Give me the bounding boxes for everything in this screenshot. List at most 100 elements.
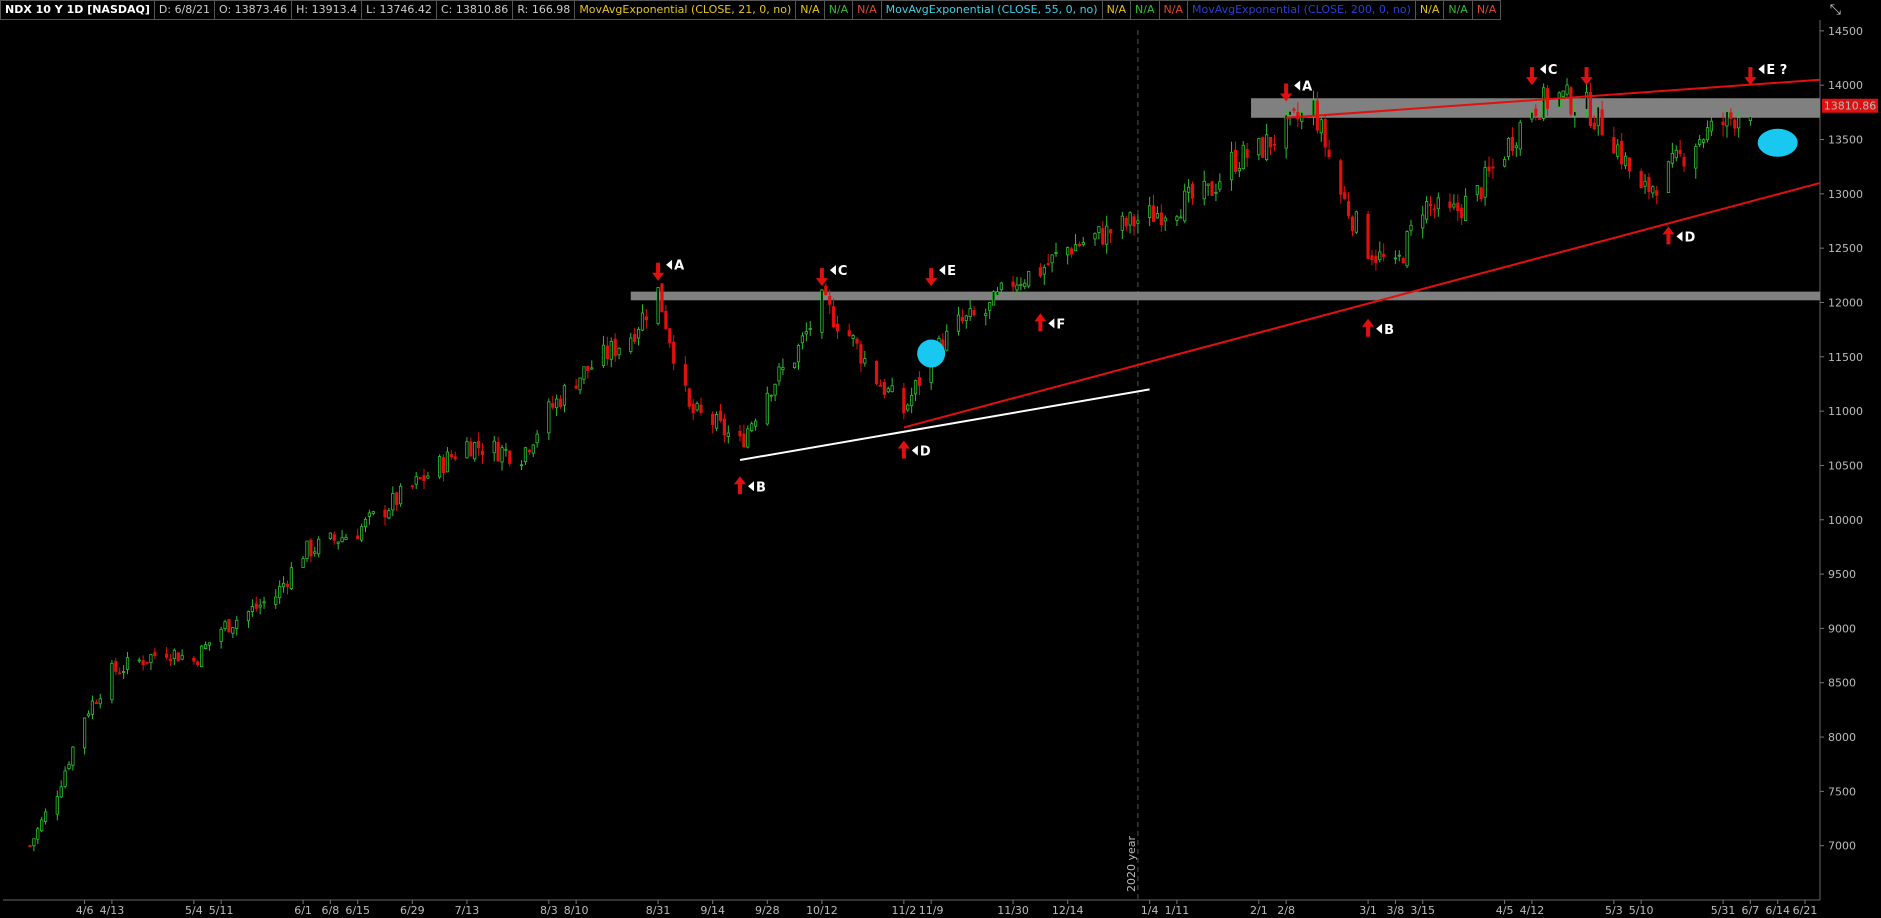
x-tick-label: 6/29 bbox=[400, 904, 425, 917]
candle-body bbox=[207, 642, 212, 646]
y-tick-label: 9000 bbox=[1828, 622, 1856, 635]
x-tick-label: 3/8 bbox=[1387, 904, 1405, 917]
candle-body bbox=[968, 308, 972, 317]
open-readout: O: 13873.46 bbox=[213, 0, 292, 20]
x-tick-label: 6/7 bbox=[1742, 904, 1760, 917]
x-tick-label: 10/12 bbox=[806, 904, 838, 917]
candle-body bbox=[1682, 157, 1686, 167]
study-label[interactable]: MovAvgExponential (CLOSE, 21, 0, no) bbox=[574, 0, 796, 20]
annotation-label: A bbox=[1302, 79, 1312, 94]
candle-body bbox=[613, 338, 617, 357]
label-pointer-icon bbox=[1758, 64, 1765, 75]
year-label: 2020 year bbox=[1125, 835, 1138, 892]
candle-body bbox=[582, 366, 586, 380]
candle-body bbox=[1428, 203, 1433, 207]
candle-body bbox=[913, 380, 918, 395]
candle-body bbox=[1729, 112, 1733, 119]
candle-body bbox=[453, 456, 457, 460]
candle-body bbox=[301, 558, 305, 568]
candle-body bbox=[605, 345, 609, 360]
candle-body bbox=[363, 518, 368, 528]
candle-body bbox=[391, 493, 395, 511]
candle-body bbox=[1120, 215, 1124, 231]
x-tick-label: 6/21 bbox=[1793, 904, 1818, 917]
candle-body bbox=[672, 341, 676, 364]
candle-body bbox=[40, 819, 44, 832]
candle-body bbox=[250, 606, 254, 612]
candle-body bbox=[137, 659, 141, 662]
trendline bbox=[739, 388, 1150, 461]
study-label[interactable]: MovAvgExponential (CLOSE, 55, 0, no) bbox=[880, 0, 1102, 20]
candle-body bbox=[1382, 253, 1386, 257]
candle-body bbox=[473, 442, 477, 460]
candle-body bbox=[59, 786, 63, 798]
candle-body bbox=[231, 627, 235, 634]
study-label[interactable]: MovAvgExponential (CLOSE, 200, 0, no) bbox=[1186, 0, 1415, 20]
x-tick-label: 6/1 bbox=[294, 904, 312, 917]
candle-body bbox=[656, 287, 660, 325]
candle-body bbox=[714, 414, 719, 429]
candle-body bbox=[410, 485, 414, 488]
candle-body bbox=[1151, 205, 1156, 222]
candle-body bbox=[1542, 87, 1546, 119]
x-tick-label: 3/1 bbox=[1359, 904, 1377, 917]
candle-body bbox=[1319, 119, 1323, 134]
down-arrow-icon bbox=[1744, 67, 1757, 86]
candle-body bbox=[699, 404, 703, 413]
candle-body bbox=[1534, 108, 1538, 117]
candle-body bbox=[1475, 185, 1479, 195]
candle-body bbox=[742, 433, 746, 448]
y-tick-label: 13000 bbox=[1828, 188, 1863, 201]
study-value: N/A bbox=[1158, 0, 1187, 20]
candle-body bbox=[94, 702, 98, 704]
symbol-label[interactable]: NDX 10 Y 1D [NASDAQ] bbox=[0, 0, 154, 20]
annotation-label: E bbox=[947, 264, 956, 279]
highlight-circle bbox=[917, 339, 946, 368]
candle-body bbox=[1620, 140, 1624, 165]
candle-body bbox=[1479, 187, 1483, 199]
close-icon[interactable]: ⤡ bbox=[1830, 2, 1841, 18]
candle-body bbox=[1448, 201, 1452, 208]
y-tick-label: 11000 bbox=[1828, 405, 1863, 418]
x-tick-label: 12/14 bbox=[1052, 904, 1084, 917]
y-tick-label: 7000 bbox=[1828, 840, 1856, 853]
candle-body bbox=[601, 344, 606, 367]
y-tick-label: 11500 bbox=[1828, 351, 1863, 364]
candle-body bbox=[1670, 153, 1674, 164]
candle-body bbox=[164, 653, 169, 658]
candle-body bbox=[1518, 122, 1522, 150]
y-tick-label: 14500 bbox=[1828, 25, 1863, 38]
down-arrow-icon bbox=[1525, 67, 1538, 86]
candle-body bbox=[480, 450, 485, 455]
price-chart[interactable]: 7000 7500 8000 8500 9000 9500 10000 10500 11000 1… bbox=[0, 0, 1881, 918]
candle-body bbox=[114, 661, 118, 672]
x-tick-label: 2/8 bbox=[1277, 904, 1295, 917]
candle-body bbox=[551, 403, 555, 408]
candle-body bbox=[227, 619, 231, 633]
label-pointer-icon bbox=[939, 265, 946, 276]
candle-body bbox=[890, 385, 894, 393]
candle-body bbox=[906, 404, 910, 411]
candle-body bbox=[718, 410, 723, 421]
study-header-bar: NDX 10 Y 1D [NASDAQ] D: 6/8/21 O: 13873.… bbox=[0, 0, 1502, 20]
candle-body bbox=[274, 596, 278, 605]
down-arrow-icon bbox=[925, 268, 938, 287]
candle-body bbox=[523, 447, 528, 463]
x-tick-label: 5/11 bbox=[209, 904, 234, 917]
candle-body bbox=[1097, 226, 1101, 233]
candle-body bbox=[972, 310, 976, 316]
candle-body bbox=[754, 420, 758, 427]
candle-body bbox=[71, 746, 75, 766]
candle-body bbox=[1077, 243, 1081, 247]
candle-body bbox=[1538, 118, 1542, 120]
y-tick-label: 10500 bbox=[1828, 459, 1863, 472]
x-tick-label: 11/30 bbox=[997, 904, 1029, 917]
up-arrow-icon bbox=[897, 440, 910, 459]
candle-body bbox=[32, 838, 36, 847]
candle-body bbox=[1019, 284, 1023, 286]
label-pointer-icon bbox=[1048, 318, 1055, 329]
candle-body bbox=[1245, 149, 1249, 158]
candle-body bbox=[414, 476, 418, 485]
x-tick-label: 2/1 bbox=[1250, 904, 1268, 917]
y-tick-label: 12500 bbox=[1828, 242, 1863, 255]
